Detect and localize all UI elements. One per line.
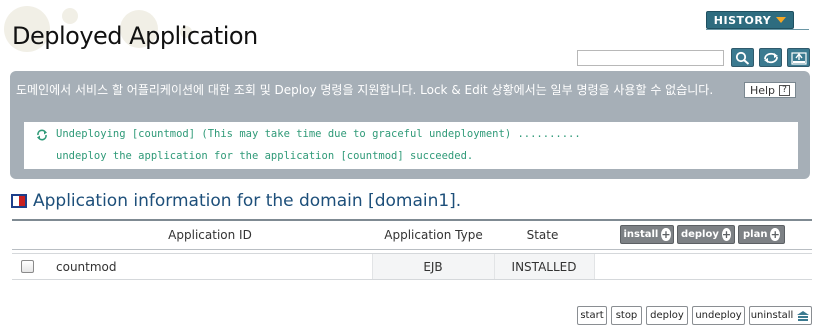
refresh-icon	[37, 129, 47, 141]
search-button[interactable]	[731, 48, 754, 67]
refresh-button[interactable]	[759, 48, 782, 67]
row-checkbox[interactable]	[21, 260, 34, 273]
info-description: 도메인에서 서비스 할 어플리케이션에 대한 조회 및 Deploy 명령을 지…	[16, 83, 714, 97]
xml-export-icon	[791, 52, 807, 65]
uninstall-label: uninstall	[750, 310, 794, 321]
plan-label: plan	[743, 229, 768, 240]
question-icon: ?	[779, 84, 791, 96]
history-button[interactable]: HISTORY	[706, 11, 794, 29]
undeploy-button[interactable]: undeploy	[692, 306, 745, 325]
plus-icon: +	[770, 228, 780, 241]
history-underline	[706, 29, 809, 30]
start-button[interactable]: start	[577, 306, 607, 325]
plus-icon: +	[661, 228, 671, 241]
page-title: Deployed Application	[12, 22, 258, 50]
install-label: install	[623, 229, 659, 240]
deploy-label: deploy	[680, 229, 719, 240]
cell-divider	[594, 254, 595, 279]
column-header-type: Application Type	[384, 228, 483, 242]
row-separator	[12, 249, 812, 250]
cell-state: INSTALLED	[511, 260, 577, 274]
history-label: HISTORY	[713, 13, 772, 27]
column-header-state: State	[526, 228, 559, 242]
uninstall-button[interactable]: uninstall	[749, 306, 812, 325]
column-header-id: Application ID	[168, 228, 252, 242]
cell-app-id: countmod	[56, 260, 117, 274]
message-line: Undeploying [countmod] (This may take ti…	[56, 128, 581, 140]
flag-icon	[11, 194, 27, 208]
search-input[interactable]	[577, 50, 724, 66]
deploy-button[interactable]: deploy	[646, 306, 688, 325]
stop-button[interactable]: stop	[611, 306, 642, 325]
deploy-table-button[interactable]: deploy +	[677, 225, 735, 244]
message-line: undeploy the application for the applica…	[56, 150, 474, 162]
xml-export-button[interactable]	[787, 48, 810, 67]
uninstall-icon	[797, 310, 810, 321]
table-top-border	[12, 219, 812, 221]
help-label: Help	[749, 83, 776, 97]
plus-icon: +	[721, 228, 732, 241]
install-button[interactable]: install +	[620, 225, 674, 244]
cell-app-type: EJB	[423, 260, 443, 274]
plan-button[interactable]: plan +	[738, 225, 785, 244]
search-icon	[735, 51, 750, 65]
chevron-down-icon	[776, 17, 787, 23]
help-button[interactable]: Help ?	[744, 82, 796, 98]
section-title: Application information for the domain […	[33, 191, 462, 211]
refresh-icon	[764, 52, 778, 64]
row-separator	[12, 279, 812, 280]
